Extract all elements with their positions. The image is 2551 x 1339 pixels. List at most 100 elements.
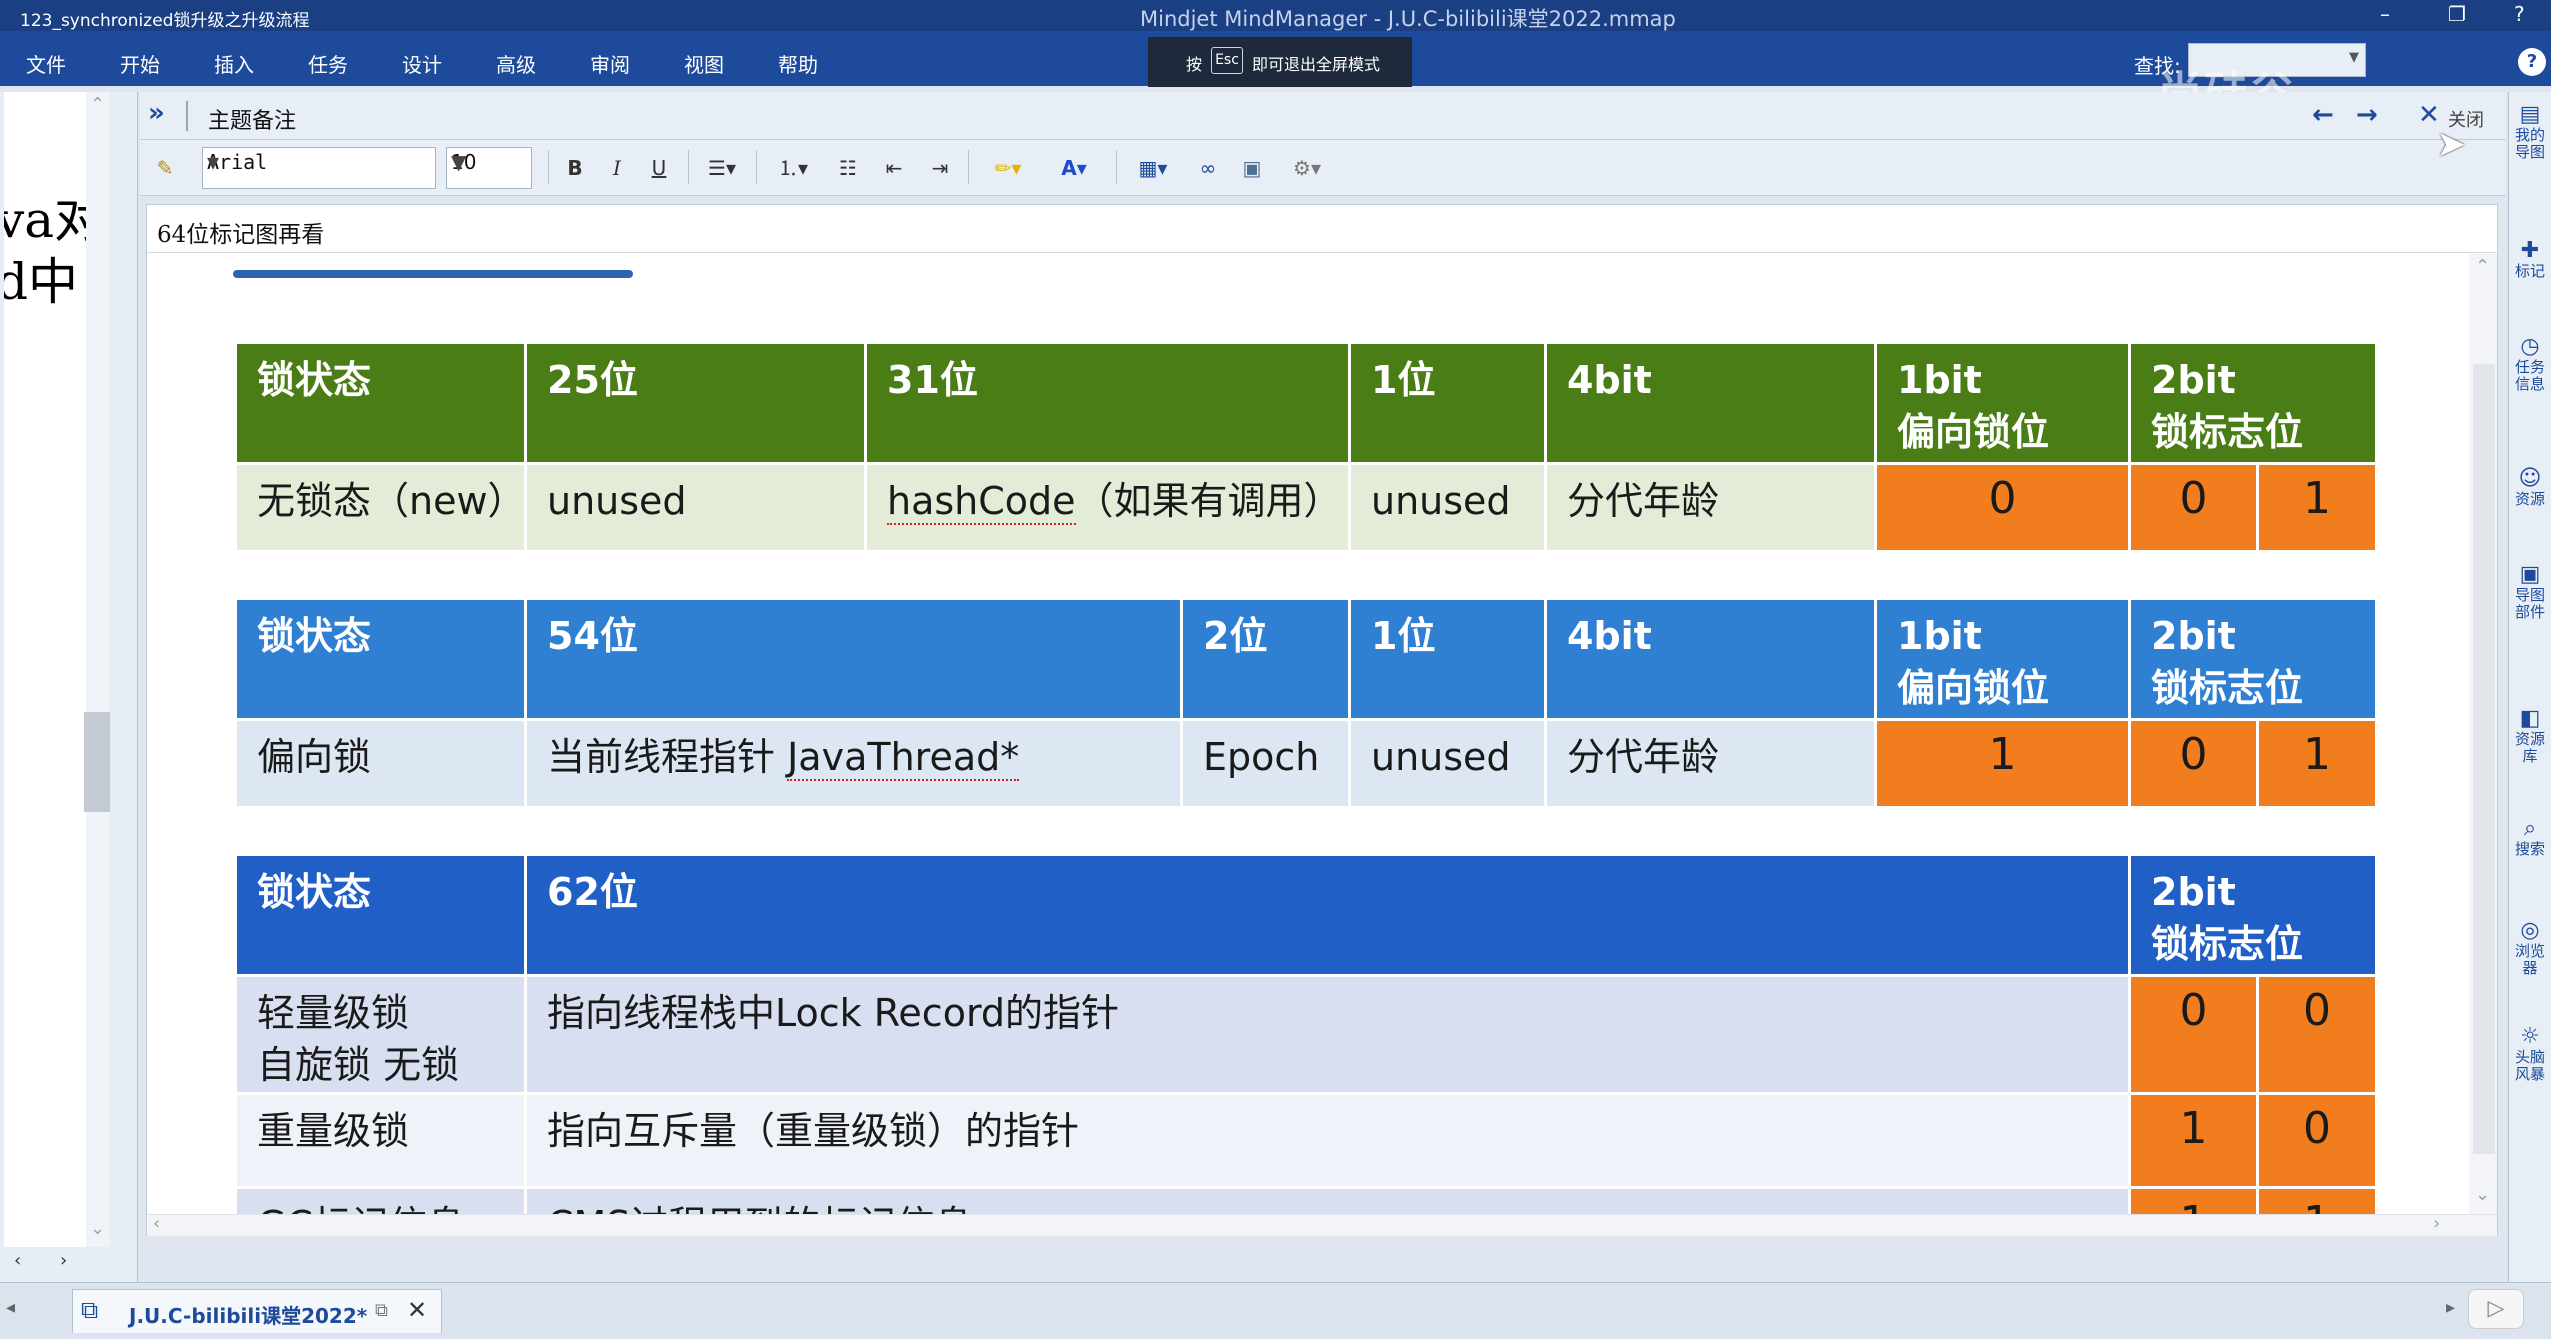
- library-icon: ◧: [2519, 706, 2541, 731]
- chevron-down-icon[interactable]: ▼: [451, 150, 527, 174]
- sidebar-tab-task-info[interactable]: ◷ 任务信息: [2515, 336, 2545, 393]
- toast-text-pre: 按: [1186, 55, 1203, 74]
- help-question-icon[interactable]: ?: [2514, 2, 2525, 26]
- menu-review[interactable]: 审阅: [590, 49, 630, 78]
- menu-advanced[interactable]: 高级: [496, 49, 536, 78]
- marker-icon: ✚: [2520, 238, 2540, 263]
- document-tab[interactable]: ⧉ J.U.C-bilibili课堂2022* ⧉ ✕: [72, 1289, 442, 1333]
- scroll-right-icon[interactable]: ›: [60, 1250, 67, 1271]
- font-color-icon[interactable]: A▾: [1046, 153, 1102, 183]
- expand-panel-icon[interactable]: »: [148, 98, 165, 128]
- table-header-cell: 1位: [1351, 600, 1547, 718]
- notes-vertical-scrollbar[interactable]: ⌃ ⌄: [2469, 254, 2497, 1214]
- close-tab-icon[interactable]: ✕: [407, 1296, 427, 1324]
- table-header-cell: 54位: [527, 600, 1183, 718]
- menu-help[interactable]: 帮助: [778, 49, 818, 78]
- bold-icon[interactable]: B: [560, 153, 590, 183]
- header-label: 锁状态: [257, 358, 372, 402]
- document-tab-label: J.U.C-bilibili课堂2022*: [129, 1304, 368, 1328]
- back-arrow-icon[interactable]: ←: [2312, 100, 2334, 130]
- cell-text: Epoch: [1203, 735, 1320, 779]
- sidebar-tab-resources[interactable]: ☺ 资源: [2515, 468, 2545, 508]
- header-label: 1位: [1371, 614, 1436, 658]
- bit-cell: 0: [2259, 974, 2375, 1092]
- sidebar-tab-search[interactable]: ⌕ 搜索: [2515, 818, 2545, 858]
- help-icon[interactable]: ?: [2518, 48, 2546, 76]
- bit-cell: 1: [1877, 718, 2131, 806]
- hyperlink-icon[interactable]: ∞: [1190, 153, 1226, 183]
- sidebar-tab-my-maps[interactable]: ▤ 我的导图: [2515, 104, 2545, 161]
- table-header-cell: 62位: [527, 856, 2131, 974]
- cell-text: unused: [1371, 479, 1511, 523]
- table-header-cell: 锁状态: [237, 600, 527, 718]
- italic-icon[interactable]: I: [602, 153, 632, 183]
- numbered-list-icon[interactable]: ⒈▾: [768, 153, 818, 183]
- notes-title[interactable]: 64位标记图再看: [157, 215, 324, 249]
- forward-arrow-icon[interactable]: →: [2356, 100, 2378, 130]
- scroll-right-icon[interactable]: ›: [2433, 1213, 2440, 1234]
- scroll-up-icon[interactable]: ⌃: [90, 94, 105, 115]
- play-icon[interactable]: ▷: [2468, 1289, 2524, 1329]
- format-painter-icon[interactable]: ✎: [150, 153, 180, 183]
- insert-table-icon[interactable]: ▦▾: [1126, 153, 1180, 183]
- increase-indent-icon[interactable]: ⇥: [922, 153, 958, 183]
- table-cell: CMS过程用到的标记信息: [527, 1186, 2131, 1214]
- font-size-select[interactable]: 10 ▼: [446, 147, 532, 189]
- scroll-down-icon[interactable]: ⌄: [2475, 1184, 2490, 1205]
- table-header-cell: 1位: [1351, 344, 1547, 462]
- scroll-left-icon[interactable]: ‹: [153, 1213, 160, 1234]
- notes-document[interactable]: 64位标记图再看 锁状态 25位 31位 1位 4bit 1bit 偏向锁位 2b…: [146, 204, 2498, 1236]
- tab-scroll-right-icon[interactable]: ▸: [2446, 1297, 2455, 1318]
- fullscreen-toast: 按 Esc 即可退出全屏模式: [1148, 37, 1412, 87]
- pin-icon[interactable]: ⧉: [375, 1300, 388, 1321]
- menu-design[interactable]: 设计: [402, 49, 442, 78]
- header-label: 偏向锁位: [1897, 410, 2050, 454]
- toast-text-post: 即可退出全屏模式: [1252, 55, 1381, 74]
- map-canvas[interactable]: va对 d中: [4, 92, 90, 1247]
- minimize-icon[interactable]: –: [2380, 2, 2390, 26]
- menu-home[interactable]: 开始: [120, 49, 160, 78]
- decorative-line: [233, 270, 633, 278]
- underline-icon[interactable]: U: [644, 153, 674, 183]
- tab-scroll-left-icon[interactable]: ◂: [6, 1297, 15, 1318]
- scroll-up-icon[interactable]: ⌃: [2475, 256, 2490, 277]
- scroll-thumb[interactable]: [2473, 364, 2495, 1154]
- chevron-down-icon[interactable]: ▼: [207, 150, 431, 174]
- menu-insert[interactable]: 插入: [214, 49, 254, 78]
- mouse-cursor-icon: ➤: [2436, 124, 2467, 165]
- table-header-cell: 4bit: [1547, 600, 1877, 718]
- highlight-color-icon[interactable]: ✏▾: [980, 153, 1036, 183]
- table-cell: 偏向锁: [237, 718, 527, 806]
- sidebar-tab-brainstorm[interactable]: ☼ 头脑风暴: [2515, 1026, 2545, 1083]
- bit-cell: 0: [2131, 974, 2259, 1092]
- scroll-left-icon[interactable]: ‹: [14, 1250, 21, 1271]
- header-label: 31位: [887, 358, 978, 402]
- menu-file[interactable]: 文件: [26, 49, 66, 78]
- bullet-list-icon[interactable]: ☷: [830, 153, 866, 183]
- sidebar-tab-map-parts[interactable]: ▣ 导图部件: [2515, 564, 2545, 621]
- menu-task[interactable]: 任务: [308, 49, 348, 78]
- align-left-icon[interactable]: ☰▾: [700, 153, 744, 183]
- notes-content[interactable]: 锁状态 25位 31位 1位 4bit 1bit 偏向锁位 2bit 锁标志位 无锁…: [147, 254, 2467, 1214]
- menu-view[interactable]: 视图: [684, 49, 724, 78]
- table-cell: 指向互斥量（重量级锁）的指针: [527, 1092, 2131, 1186]
- font-family-select[interactable]: Arial ▼: [202, 147, 436, 189]
- decrease-indent-icon[interactable]: ⇤: [876, 153, 912, 183]
- notes-panel-title: 主题备注: [208, 109, 297, 134]
- sidebar-tab-library[interactable]: ◧ 资源库: [2515, 706, 2545, 765]
- chevron-down-icon[interactable]: ▼: [2349, 50, 2359, 65]
- insert-image-icon[interactable]: ▣: [1234, 153, 1270, 183]
- sidebar-tab-browser[interactable]: ◎ 浏览器: [2515, 920, 2545, 977]
- bit-cell: 1: [2131, 1186, 2259, 1214]
- notes-horizontal-scrollbar[interactable]: ‹ ›: [147, 1213, 2497, 1236]
- more-options-icon[interactable]: ⚙▾: [1280, 153, 1334, 183]
- map-vertical-scrollbar[interactable]: ⌃ ⌄: [84, 92, 110, 1247]
- topic-notes-header: » 主题备注 ← → ✕ 关闭: [140, 92, 2506, 140]
- scroll-thumb[interactable]: [84, 712, 110, 812]
- sidebar-tab-markers[interactable]: ✚ 标记: [2515, 238, 2545, 280]
- table-cell: 当前线程指针 JavaThread*: [527, 718, 1183, 806]
- restore-icon[interactable]: ❐: [2448, 2, 2466, 26]
- map-text-fragment: d中: [4, 253, 79, 311]
- scroll-down-icon[interactable]: ⌄: [90, 1218, 105, 1239]
- table-header-cell: 31位: [867, 344, 1351, 462]
